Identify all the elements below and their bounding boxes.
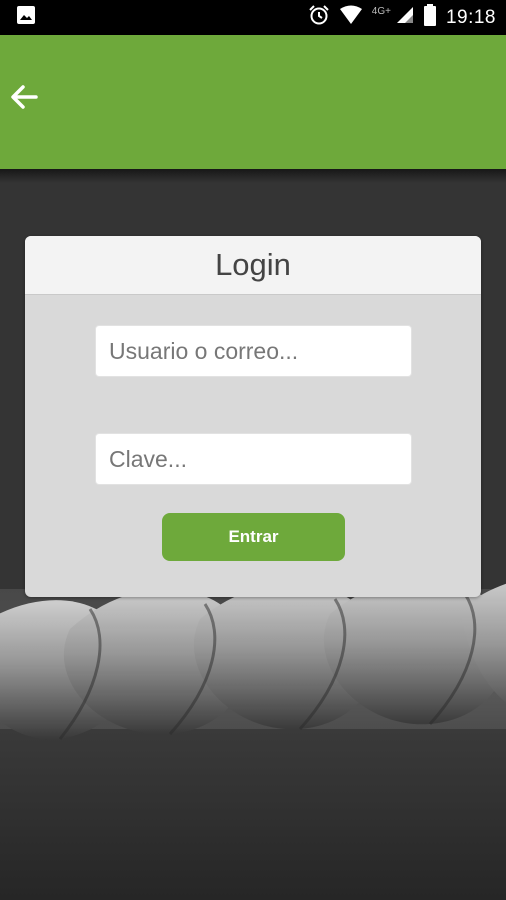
arrow-back-icon [8,81,40,118]
status-bar: 4G+ 19:18 [0,0,506,35]
enter-button[interactable]: Entrar [162,513,345,561]
alarm-icon [308,4,330,31]
battery-icon [423,4,437,31]
image-icon [16,5,36,30]
app-bar [0,35,506,169]
login-card: Login Entrar [25,236,481,597]
username-input[interactable] [95,325,412,377]
back-button[interactable] [4,79,44,119]
login-title: Login [215,247,291,282]
network-label: 4G+ [371,6,391,17]
signal-icon [396,6,414,29]
login-header: Login [25,236,481,295]
password-input[interactable] [95,433,412,485]
status-time: 19:18 [445,6,496,28]
wifi-icon [339,5,363,30]
